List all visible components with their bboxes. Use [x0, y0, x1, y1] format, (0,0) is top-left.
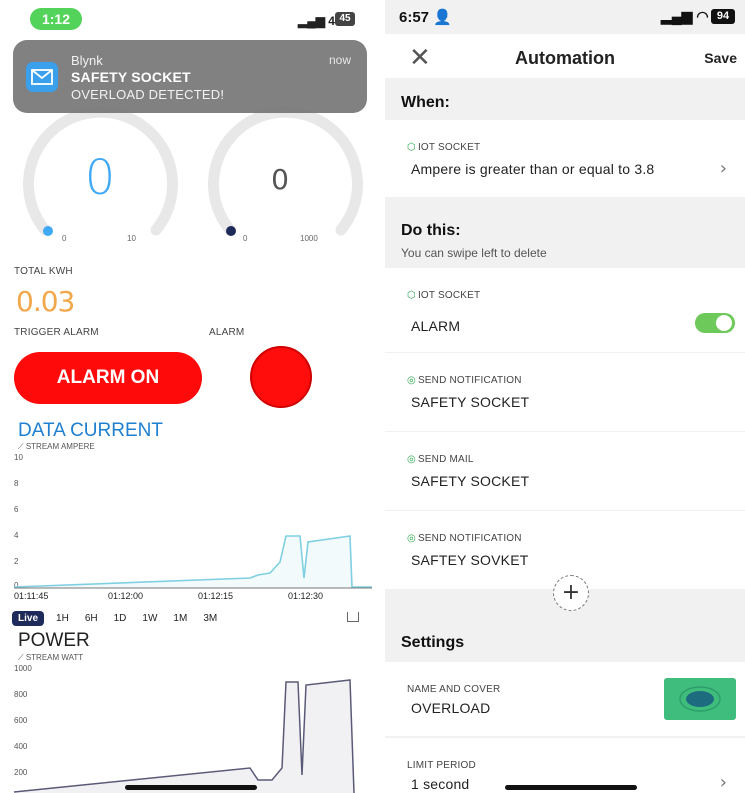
gauge2-value: 0: [271, 163, 289, 196]
name-cover-label: NAME AND COVER: [407, 684, 501, 695]
cover-image[interactable]: [664, 678, 736, 720]
right-phone-screen: 6:57 👤 ▂▄▆ ◠ 94 ✕ Automation Save When: …: [385, 0, 745, 793]
action-value: SAFETY SOCKET: [411, 394, 530, 410]
cube-icon: ⬡: [407, 142, 416, 153]
battery-badge: 94: [711, 9, 735, 24]
gauge2-min: 0: [243, 234, 248, 243]
power-chart-area: [13, 679, 355, 793]
power-stream-label: ⟋ STREAM WATT: [18, 653, 84, 662]
total-kwh-value: 0.03: [16, 285, 75, 318]
current-xtick: 01:12:15: [198, 591, 234, 601]
mail-icon: ◎: [407, 454, 416, 465]
current-chart-area: [13, 535, 372, 589]
home-indicator: [505, 785, 637, 790]
gauge-background: [23, 106, 363, 236]
tab-1m[interactable]: 1M: [165, 611, 195, 626]
alarm-label: ALARM: [209, 327, 245, 338]
action-value: SAFETY SOCKET: [411, 473, 530, 489]
current-xtick: 01:12:00: [108, 591, 144, 601]
gauge2-indicator: [226, 226, 236, 236]
power-chart-title: POWER: [18, 630, 90, 651]
when-trigger-label: ⬡ IOT SOCKET: [407, 142, 481, 153]
status-signal-wifi: ▂▄▆ ◠: [661, 8, 709, 24]
tab-6h[interactable]: 6H: [77, 611, 106, 626]
name-cover-value: OVERLOAD: [411, 700, 491, 716]
chevron-right-icon: ›: [719, 158, 727, 179]
total-kwh-label: TOTAL KWH: [14, 266, 73, 277]
current-xtick: 01:11:45: [14, 591, 49, 601]
action-card-send-notification[interactable]: ◎ SEND NOTIFICATION SAFETY SOCKET: [385, 353, 745, 431]
when-heading: When:: [401, 94, 450, 111]
do-this-heading: Do this:: [401, 222, 461, 239]
person-icon: 👤: [433, 9, 452, 26]
cube-icon: ⬡: [407, 290, 416, 301]
export-icon[interactable]: [347, 612, 359, 622]
tab-3m[interactable]: 3M: [195, 611, 225, 626]
notification-body: OVERLOAD DETECTED!: [71, 87, 225, 102]
home-indicator: [125, 785, 257, 790]
gauge1-indicator: [43, 226, 53, 236]
when-trigger-card[interactable]: ⬡ IOT SOCKET Ampere is greater than or eq…: [385, 120, 745, 197]
action-label: ◎ SEND NOTIFICATION: [407, 375, 522, 386]
alarm-on-button[interactable]: ALARM ON: [14, 352, 202, 404]
battery-badge: 45: [335, 12, 355, 26]
page-title: Automation: [515, 48, 615, 68]
notification-icon: ◎: [407, 375, 416, 386]
action-label: ◎ SEND NOTIFICATION: [407, 533, 522, 544]
left-phone-screen: 0 0 0 10 0 1000 1:12 ▂▄▆ 4G 45 Blynk SAF…: [0, 0, 372, 793]
do-this-subtitle: You can swipe left to delete: [401, 246, 547, 260]
tab-1w[interactable]: 1W: [134, 611, 165, 626]
tab-1d[interactable]: 1D: [106, 611, 135, 626]
current-chart-title: DATA CURRENT: [18, 420, 163, 441]
add-action-button[interactable]: +: [553, 575, 589, 611]
gauge1-max: 10: [127, 234, 136, 243]
notification-time: now: [328, 53, 351, 67]
gauge2-max: 1000: [300, 234, 318, 243]
stream-icon: ⟋: [18, 653, 26, 662]
trigger-alarm-label: TRIGGER ALARM: [14, 327, 99, 338]
action-label: ⬡ IOT SOCKET: [407, 290, 481, 301]
notification-app: Blynk: [71, 53, 103, 68]
action-value: ALARM: [411, 318, 461, 334]
limit-period-label: LIMIT PERIOD: [407, 760, 476, 771]
notification-icon: ◎: [407, 533, 416, 544]
current-xtick: 01:12:30: [288, 591, 324, 601]
action-card-send-mail[interactable]: ◎ SEND MAIL SAFETY SOCKET: [385, 432, 745, 510]
notification-banner[interactable]: Blynk SAFETY SOCKET OVERLOAD DETECTED! n…: [13, 40, 367, 113]
action-card-iot-socket[interactable]: ⬡ IOT SOCKET ALARM: [385, 268, 745, 352]
tab-live[interactable]: Live: [12, 610, 45, 626]
limit-period-value: 1 second: [411, 776, 470, 792]
alarm-toggle[interactable]: [695, 313, 735, 333]
toggle-knob: [716, 315, 732, 331]
action-label: ◎ SEND MAIL: [407, 454, 474, 465]
save-button[interactable]: Save: [704, 50, 737, 66]
status-time: 1:12: [30, 8, 82, 30]
current-series-fill: [14, 536, 372, 588]
chevron-right-icon: ›: [719, 772, 727, 793]
gauge1-value: 0: [84, 150, 116, 206]
tab-1h[interactable]: 1H: [48, 611, 77, 626]
when-trigger-value: Ampere is greater than or equal to 3.8: [411, 161, 655, 177]
status-time: 6:57 👤: [399, 9, 452, 26]
alarm-led-indicator: [250, 346, 312, 408]
settings-heading: Settings: [401, 634, 465, 651]
action-value: SAFTEY SOVKET: [411, 552, 529, 568]
time-range-tabs: Live 1H 6H 1D 1W 1M 3M: [12, 609, 225, 627]
mail-icon: [26, 62, 58, 92]
notification-title: SAFETY SOCKET: [71, 69, 191, 85]
gauge1-min: 0: [62, 234, 67, 243]
